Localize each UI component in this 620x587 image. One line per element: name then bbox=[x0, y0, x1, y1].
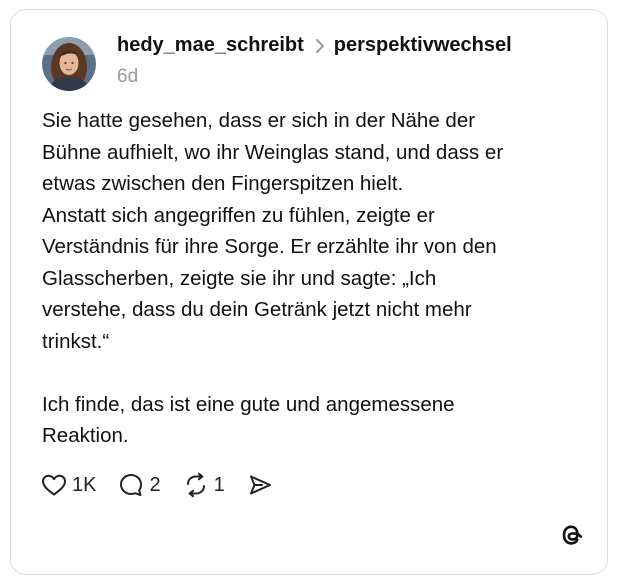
community-name[interactable]: perspektivwechsel bbox=[334, 34, 512, 57]
post-text-line: etwas zwischen den Fingerspitzen hielt. bbox=[42, 172, 404, 195]
comment-button[interactable]: 2 bbox=[118, 472, 161, 498]
repost-button[interactable]: 1 bbox=[183, 472, 225, 498]
action-bar: 1K 2 1 bbox=[41, 470, 295, 500]
post-text-line: trinkst.“ bbox=[42, 329, 110, 353]
post-text-line: Bühne aufhielt, wo ihr Weinglas stand, u… bbox=[42, 140, 504, 164]
share-button[interactable] bbox=[247, 473, 273, 497]
send-icon bbox=[249, 475, 271, 495]
post-text-line: Sie hatte gesehen, dass er sich in der N… bbox=[42, 109, 476, 132]
avatar[interactable] bbox=[42, 37, 96, 91]
post-text-line: Anstatt sich angegriffen zu fühlen, zeig… bbox=[42, 203, 435, 227]
post-text-line: Reaktion. bbox=[42, 424, 129, 447]
like-button[interactable]: 1K bbox=[41, 473, 96, 497]
repost-count: 1 bbox=[213, 473, 225, 496]
author-name[interactable]: hedy_mae_schreibt bbox=[117, 34, 304, 57]
post-timestamp: 6d bbox=[117, 66, 139, 87]
avatar-image bbox=[42, 37, 96, 91]
post-text-line: Ich finde, das ist eine gute und angemes… bbox=[42, 392, 455, 416]
comment-count: 2 bbox=[149, 473, 161, 496]
post-text-line: Verständnis für ihre Sorge. Er erzählte … bbox=[42, 235, 497, 258]
post-text: Sie hatte gesehen, dass er sich in der N… bbox=[42, 105, 582, 452]
threads-logo-icon bbox=[558, 521, 584, 549]
like-count: 1K bbox=[72, 473, 97, 496]
post-text-line: verstehe, dass du dein Getränk jetzt nic… bbox=[42, 298, 472, 321]
chevron-right-icon bbox=[313, 37, 327, 53]
post-header: hedy_mae_schreibt perspektivwechsel bbox=[117, 31, 512, 59]
comment-bubble-icon bbox=[120, 474, 143, 496]
heart-icon bbox=[42, 474, 66, 496]
repost-icon bbox=[186, 472, 205, 498]
post-text-line: Glasscherben, zeigte sie ihr und sagte: … bbox=[42, 266, 437, 290]
